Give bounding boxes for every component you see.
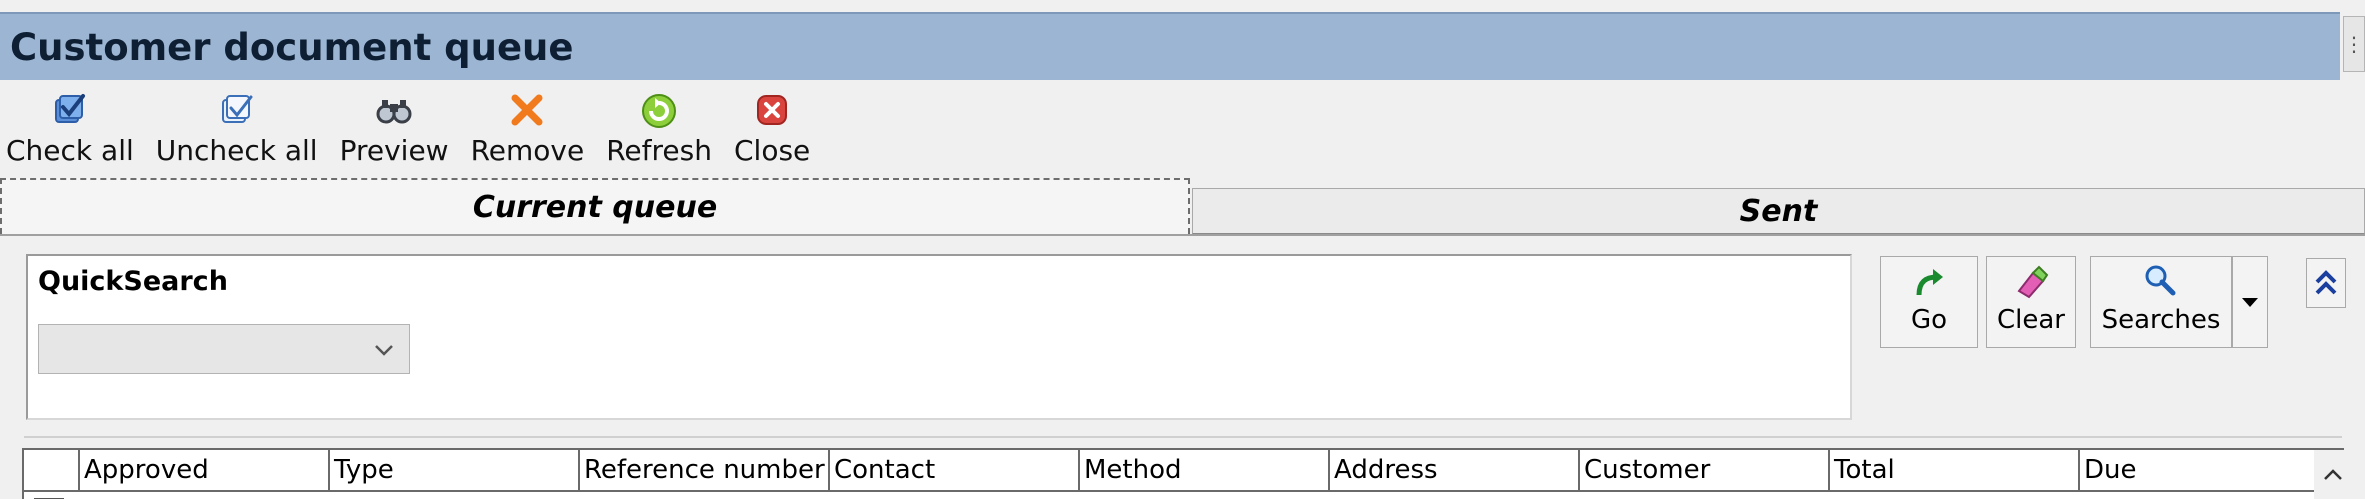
check-all-button[interactable]: Check all xyxy=(2,82,138,174)
tab-current-queue[interactable]: Current queue xyxy=(0,178,1190,234)
double-chevron-up-icon xyxy=(2315,270,2337,295)
grid-separator xyxy=(24,436,2342,438)
tab-current-queue-label: Current queue xyxy=(472,189,718,225)
magnifier-icon xyxy=(2145,265,2176,296)
title-side-handle[interactable]: ⋮ xyxy=(2343,16,2365,72)
refresh-button[interactable]: Refresh xyxy=(602,82,716,174)
quicksearch-panel: QuickSearch xyxy=(26,254,1852,420)
remove-x-icon xyxy=(511,94,543,126)
column-header-due[interactable]: Due xyxy=(2080,450,2310,490)
grid-header-selector[interactable] xyxy=(24,450,80,490)
column-header-customer[interactable]: Customer xyxy=(1580,450,1830,490)
toolbar: Check all Uncheck all Preview Remove Ref… xyxy=(0,82,2340,174)
column-header-contact[interactable]: Contact xyxy=(830,450,1080,490)
collapse-panel-button[interactable] xyxy=(2306,258,2346,308)
chevron-up-icon xyxy=(2324,468,2342,480)
close-button[interactable]: Close xyxy=(730,82,814,174)
uncheck-all-icon xyxy=(221,95,253,123)
chevron-down-icon xyxy=(375,345,393,356)
binoculars-icon xyxy=(376,100,412,124)
close-label: Close xyxy=(733,134,811,167)
go-arrow-icon xyxy=(1916,269,1943,296)
searches-label: Searches xyxy=(2101,305,2221,335)
grid-header: Approved Type Reference number Contact M… xyxy=(24,450,2342,490)
quicksearch-label: QuickSearch xyxy=(38,266,228,297)
uncheck-all-button[interactable]: Uncheck all xyxy=(152,82,322,174)
remove-button[interactable]: Remove xyxy=(467,82,589,174)
window-title: Customer document queue xyxy=(10,25,574,69)
column-header-address[interactable]: Address xyxy=(1330,450,1580,490)
preview-button[interactable]: Preview xyxy=(336,82,453,174)
column-header-approved[interactable]: Approved xyxy=(80,450,330,490)
title-bar: Customer document queue xyxy=(0,12,2340,80)
column-header-total[interactable]: Total xyxy=(1830,450,2080,490)
column-header-type[interactable]: Type xyxy=(330,450,580,490)
preview-label: Preview xyxy=(339,134,449,167)
caret-down-icon xyxy=(2242,298,2258,307)
go-button[interactable]: Go xyxy=(1880,256,1978,348)
refresh-label: Refresh xyxy=(606,134,712,167)
quicksearch-select[interactable] xyxy=(38,324,410,374)
document-grid: Approved Type Reference number Contact M… xyxy=(22,448,2344,499)
clear-button[interactable]: Clear xyxy=(1986,256,2076,348)
check-all-label: Check all xyxy=(6,134,134,167)
tab-sent-label: Sent xyxy=(1739,193,1818,229)
refresh-icon xyxy=(642,94,677,128)
searches-dropdown-button[interactable] xyxy=(2232,256,2268,348)
scrollbar-up-arrow[interactable] xyxy=(2314,450,2352,499)
remove-label: Remove xyxy=(470,134,585,167)
tab-divider xyxy=(0,234,2365,236)
close-icon xyxy=(757,95,788,125)
grid-header-border xyxy=(24,490,2342,492)
customer-document-queue-window: Customer document queue ⋮ Check all Unch… xyxy=(0,0,2365,499)
tab-sent[interactable]: Sent xyxy=(1192,188,2365,234)
eraser-icon xyxy=(2017,265,2049,299)
column-header-method[interactable]: Method xyxy=(1080,450,1330,490)
searches-button[interactable]: Searches xyxy=(2090,256,2232,348)
check-all-icon xyxy=(54,94,85,123)
uncheck-all-label: Uncheck all xyxy=(155,134,318,167)
go-label: Go xyxy=(1910,305,1948,335)
clear-label: Clear xyxy=(1997,305,2065,335)
queue-tabs: Current queue Sent xyxy=(0,178,2365,236)
column-header-reference-number[interactable]: Reference number xyxy=(580,450,830,490)
